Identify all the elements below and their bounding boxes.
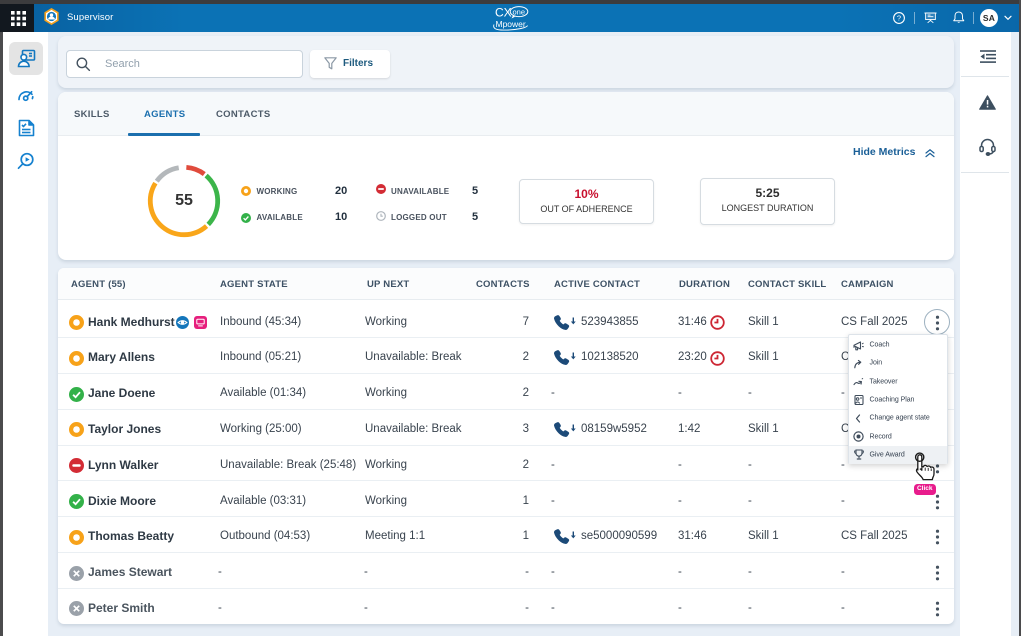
svg-text:Mpower: Mpower [496,19,526,29]
svg-text:?: ? [896,14,900,23]
svg-text:CX: CX [495,6,512,20]
svg-text:one: one [513,7,526,16]
